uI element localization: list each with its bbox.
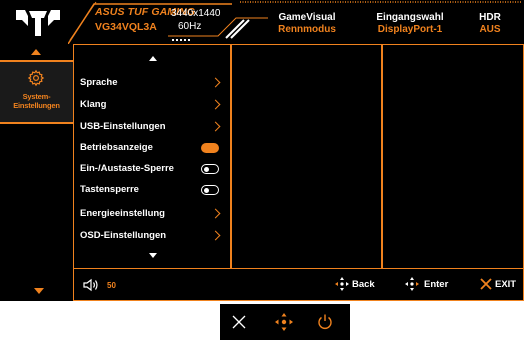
settings-menu: Sprache Klang USB-Einstellungen Betriebs… xyxy=(73,44,231,269)
menu-item-usb-settings[interactable]: USB-Einstellungen xyxy=(80,118,225,136)
enter-button[interactable]: Enter xyxy=(424,279,448,290)
chevron-right-icon xyxy=(210,77,221,88)
header-hdr: HDR AUS xyxy=(465,12,515,36)
model-number: VG34VQL3A xyxy=(95,21,157,33)
close-icon xyxy=(480,278,492,290)
osd-window: ASUS TUF GAMING VG34VQL3A 3440x1440 60Hz… xyxy=(0,0,524,301)
menu-item-sprache[interactable]: Sprache xyxy=(80,74,225,92)
toggle-off-icon[interactable] xyxy=(201,164,219,174)
header-gamevisual: GameVisual Rennmodus xyxy=(262,12,352,36)
gear-icon xyxy=(27,69,45,87)
navigation-joystick-icon[interactable] xyxy=(275,313,293,331)
sidebar: System-Einstellungen xyxy=(0,44,73,301)
sidebar-scroll-up-icon[interactable] xyxy=(31,49,41,55)
header-input-title: Eingangswahl xyxy=(376,12,444,23)
sidebar-item-label: System-Einstellungen xyxy=(13,92,60,110)
menu-item-power-indicator[interactable]: Betriebsanzeige xyxy=(80,139,225,157)
toggle-off-icon[interactable] xyxy=(201,185,219,195)
header-hdr-value: AUS xyxy=(479,24,501,35)
osd-header: ASUS TUF GAMING VG34VQL3A 3440x1440 60Hz… xyxy=(0,0,524,44)
menu-item-label: Sprache xyxy=(80,77,118,88)
submenu-panel xyxy=(231,44,382,269)
chevron-right-icon xyxy=(210,230,221,241)
menu-item-klang[interactable]: Klang xyxy=(80,96,225,114)
menu-item-label: Klang xyxy=(80,99,107,110)
menu-scroll-down-icon[interactable] xyxy=(149,253,157,258)
menu-item-key-lock[interactable]: Tastensperre xyxy=(80,181,225,199)
sidebar-item-system-settings[interactable]: System-Einstellungen xyxy=(0,60,73,124)
resolution-text: 3440x1440 xyxy=(171,8,221,19)
chevron-right-icon xyxy=(210,121,221,132)
menu-item-power-key-lock[interactable]: Ein-/Austaste-Sperre xyxy=(80,160,225,178)
refresh-rate-text: 60Hz xyxy=(178,21,202,32)
menu-item-osd-settings[interactable]: OSD-Einstellungen xyxy=(80,227,225,245)
chevron-right-icon xyxy=(210,99,221,110)
hardware-buttons xyxy=(220,304,350,340)
nav-right-icon xyxy=(405,277,419,291)
toggle-on-icon[interactable] xyxy=(201,143,219,153)
nav-left-icon xyxy=(335,277,349,291)
menu-item-label: Energieeinstellung xyxy=(80,208,165,219)
menu-item-label: Tastensperre xyxy=(80,184,139,195)
sidebar-scroll-down-icon[interactable] xyxy=(34,288,44,294)
exit-button[interactable]: EXIT xyxy=(495,279,516,290)
header-gamevisual-title: GameVisual xyxy=(278,12,336,23)
speaker-icon xyxy=(83,278,98,292)
chevron-right-icon xyxy=(210,208,221,219)
menu-item-label: Ein-/Austaste-Sperre xyxy=(80,163,174,174)
power-icon[interactable] xyxy=(316,313,334,331)
menu-item-power-settings[interactable]: Energieeinstellung xyxy=(80,205,225,223)
menu-scroll-up-icon[interactable] xyxy=(149,56,157,61)
header-input: Eingangswahl DisplayPort-1 xyxy=(365,12,455,36)
header-top-stripe xyxy=(240,1,522,3)
header-input-value: DisplayPort-1 xyxy=(377,24,443,35)
tuf-logo xyxy=(16,10,60,36)
header-hdr-title: HDR xyxy=(479,12,501,23)
osd-footer: 50 Back Enter EXIT xyxy=(73,269,524,301)
menu-item-label: OSD-Einstellungen xyxy=(80,230,167,241)
close-icon[interactable] xyxy=(231,314,247,330)
menu-item-label: Betriebsanzeige xyxy=(80,142,153,153)
back-button[interactable]: Back xyxy=(352,279,375,290)
volume-value: 50 xyxy=(107,281,116,290)
header-gamevisual-value: Rennmodus xyxy=(278,24,336,35)
value-panel xyxy=(382,44,524,269)
menu-item-label: USB-Einstellungen xyxy=(80,121,166,132)
